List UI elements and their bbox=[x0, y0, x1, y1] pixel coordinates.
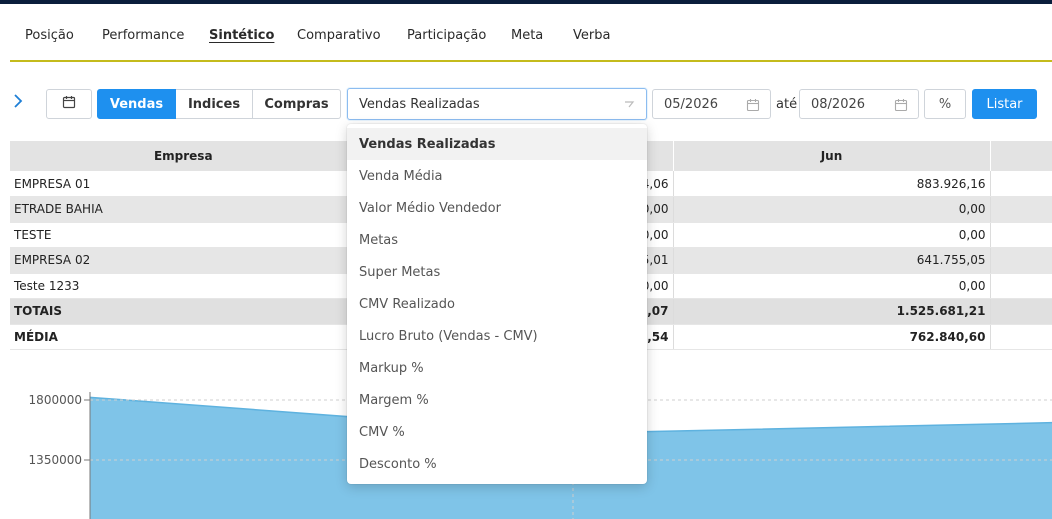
cell-empresa: TESTE bbox=[10, 222, 358, 248]
tab-meta[interactable]: Meta bbox=[511, 28, 543, 43]
dropdown-option-lucro-bruto[interactable]: Lucro Bruto (Vendas - CMV) bbox=[347, 320, 647, 352]
date-to-input[interactable]: 08/2026 bbox=[799, 89, 919, 119]
cell-value: 641.755,05 bbox=[673, 247, 991, 274]
cell-empresa: Teste 1233 bbox=[10, 273, 358, 299]
chevron-down-icon bbox=[622, 96, 636, 110]
cell-empresa: EMPRESA 02 bbox=[10, 247, 358, 274]
calendar-button[interactable] bbox=[46, 89, 92, 119]
cell-empty bbox=[990, 171, 1052, 197]
cell-empresa: ETRADE BAHIA bbox=[10, 196, 358, 223]
dropdown-option-venda-media[interactable]: Venda Média bbox=[347, 160, 647, 192]
segment-compras[interactable]: Compras bbox=[253, 89, 341, 119]
dropdown-option-vendas-realizadas[interactable]: Vendas Realizadas bbox=[347, 128, 647, 160]
date-separator: até bbox=[776, 97, 798, 112]
dropdown-option-cmv-realizado[interactable]: CMV Realizado bbox=[347, 288, 647, 320]
column-header-jun[interactable]: Jun bbox=[673, 141, 991, 171]
tab-sintetico[interactable]: Sintético bbox=[209, 28, 274, 43]
cell-empty bbox=[990, 222, 1052, 248]
dropdown-option-super-metas[interactable]: Super Metas bbox=[347, 256, 647, 288]
cell-empty bbox=[990, 196, 1052, 223]
metric-select[interactable]: Vendas Realizadas bbox=[347, 88, 647, 120]
y-tick-label: 1350000 bbox=[29, 453, 82, 467]
tab-posicao[interactable]: Posição bbox=[25, 28, 74, 43]
dropdown-option-desconto[interactable]: Desconto % bbox=[347, 448, 647, 480]
dropdown-option-cmv-pct[interactable]: CMV % bbox=[347, 416, 647, 448]
chevron-right-icon[interactable] bbox=[10, 94, 26, 112]
cell-empty bbox=[990, 273, 1052, 299]
main-nav: Posição Performance Sintético Comparativ… bbox=[10, 4, 1052, 62]
date-from-value: 05/2026 bbox=[664, 96, 719, 112]
metric-select-value: Vendas Realizadas bbox=[359, 96, 480, 112]
tab-participacao[interactable]: Participação bbox=[407, 28, 486, 43]
calendar-icon bbox=[62, 95, 76, 113]
metric-dropdown: Vendas Realizadas Venda Média Valor Médi… bbox=[347, 124, 647, 484]
percent-button[interactable]: % bbox=[924, 89, 966, 119]
tab-comparativo[interactable]: Comparativo bbox=[297, 28, 381, 43]
dropdown-option-margem[interactable]: Margem % bbox=[347, 384, 647, 416]
segment-indices[interactable]: Indices bbox=[176, 89, 253, 119]
cell-empty bbox=[990, 298, 1052, 325]
dropdown-option-metas[interactable]: Metas bbox=[347, 224, 647, 256]
cell-value: 0,00 bbox=[673, 196, 991, 223]
y-tick-label: 1800000 bbox=[29, 393, 82, 407]
cell-empty bbox=[990, 247, 1052, 274]
cell-empresa: EMPRESA 01 bbox=[10, 171, 358, 197]
cell-empty bbox=[990, 324, 1052, 350]
cell-value: 883.926,16 bbox=[673, 171, 991, 197]
cell-value: 0,00 bbox=[673, 273, 991, 299]
segment-vendas[interactable]: Vendas bbox=[97, 89, 176, 119]
date-from-input[interactable]: 05/2026 bbox=[652, 89, 771, 119]
calendar-icon bbox=[746, 98, 760, 116]
date-to-value: 08/2026 bbox=[811, 96, 866, 112]
column-header-empresa[interactable]: Empresa bbox=[10, 141, 358, 171]
column-header-extra[interactable] bbox=[990, 141, 1052, 171]
calendar-icon bbox=[894, 98, 908, 116]
dropdown-option-valor-medio-vendedor[interactable]: Valor Médio Vendedor bbox=[347, 192, 647, 224]
list-button[interactable]: Listar bbox=[972, 89, 1037, 119]
cell-average-label: MÉDIA bbox=[10, 324, 358, 350]
cell-value: 0,00 bbox=[673, 222, 991, 248]
filter-toolbar: Vendas Indices Compras Vendas Realizadas… bbox=[0, 88, 1052, 120]
cell-average-value: 762.840,60 bbox=[673, 324, 991, 350]
cell-totals-label: TOTAIS bbox=[10, 298, 358, 325]
tab-performance[interactable]: Performance bbox=[102, 28, 184, 43]
cell-total-value: 1.525.681,21 bbox=[673, 298, 991, 325]
dropdown-option-markup[interactable]: Markup % bbox=[347, 352, 647, 384]
tab-verba[interactable]: Verba bbox=[573, 28, 610, 43]
